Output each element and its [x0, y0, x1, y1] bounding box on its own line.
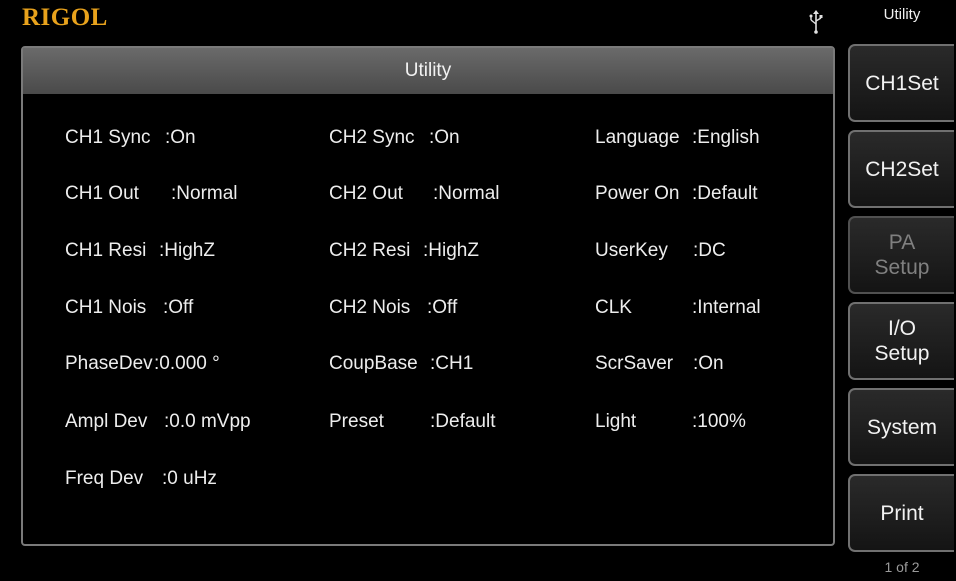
- setting-label: UserKey: [595, 240, 668, 261]
- io-setup-button[interactable]: I/O Setup: [848, 302, 954, 380]
- softkey-label: CH1Set: [865, 71, 939, 95]
- softkey-label: System: [866, 415, 937, 439]
- softkey-label-line2: Setup: [874, 256, 930, 279]
- setting-label: Light: [595, 411, 637, 432]
- setting-value: :CH1: [430, 353, 474, 374]
- setting-label: Power On: [595, 183, 680, 204]
- setting-value: :Normal: [433, 183, 500, 204]
- setting-value: :On: [165, 127, 196, 148]
- setting-label: CH2 Sync: [329, 127, 415, 148]
- setting-label: CH1 Resi: [65, 240, 147, 261]
- setting-value: :Default: [692, 183, 758, 204]
- setting-label: CH1 Out: [65, 183, 139, 204]
- setting-value: :Normal: [171, 183, 238, 204]
- setting-label: CH2 Out: [329, 183, 403, 204]
- setting-label: ScrSaver: [595, 353, 674, 374]
- setting-value: :Off: [427, 297, 458, 318]
- rigol-logo: RIGOL: [22, 4, 108, 31]
- menu-title: Utility: [883, 6, 921, 23]
- softkey-label: CH2Set: [865, 157, 939, 181]
- setting-value: :0.000 °: [154, 353, 220, 374]
- top-bar: RIGOL Utility: [0, 0, 956, 40]
- panel-title: Utility: [23, 48, 833, 94]
- setting-value: :DC: [693, 240, 726, 261]
- softkey-menu: CH1Set CH2Set PA Setup I/O Setup System …: [848, 40, 956, 555]
- setting-label: CH1 Nois: [65, 297, 147, 318]
- setting-value: :Off: [163, 297, 194, 318]
- setting-label: CH2 Resi: [329, 240, 411, 261]
- setting-label: Language: [595, 127, 680, 148]
- setting-value: :On: [693, 353, 724, 374]
- setting-value: :0.0 mVpp: [164, 411, 251, 432]
- setting-value: :English: [692, 127, 760, 148]
- ch2set-button[interactable]: CH2Set: [848, 130, 954, 208]
- setting-value: :100%: [692, 411, 746, 432]
- setting-value: :HighZ: [423, 240, 479, 261]
- softkey-label: PA: [888, 231, 916, 254]
- setting-value: :HighZ: [159, 240, 215, 261]
- setting-value: :Internal: [692, 297, 761, 318]
- page-indicator: 1 of 2: [884, 559, 920, 575]
- softkey-label: I/O: [887, 317, 916, 340]
- print-button[interactable]: Print: [848, 474, 954, 552]
- softkey-label-line2: Setup: [874, 342, 930, 365]
- setting-label: CLK: [595, 297, 632, 318]
- setting-label: PhaseDev: [65, 353, 153, 374]
- setting-label: CH1 Sync: [65, 127, 151, 148]
- setting-label: Freq Dev: [65, 468, 144, 489]
- setting-label: CH2 Nois: [329, 297, 411, 318]
- setting-value: :Default: [430, 411, 496, 432]
- system-button[interactable]: System: [848, 388, 954, 466]
- setting-label: CoupBase: [329, 353, 418, 374]
- ch1set-button[interactable]: CH1Set: [848, 44, 954, 122]
- softkey-label: Print: [880, 501, 924, 525]
- setting-label: Preset: [329, 411, 384, 432]
- usb-icon: [809, 10, 823, 34]
- setting-value: :0 uHz: [162, 468, 217, 489]
- setting-label: Ampl Dev: [65, 411, 148, 432]
- pa-setup-button[interactable]: PA Setup: [848, 216, 954, 294]
- setting-value: :On: [429, 127, 460, 148]
